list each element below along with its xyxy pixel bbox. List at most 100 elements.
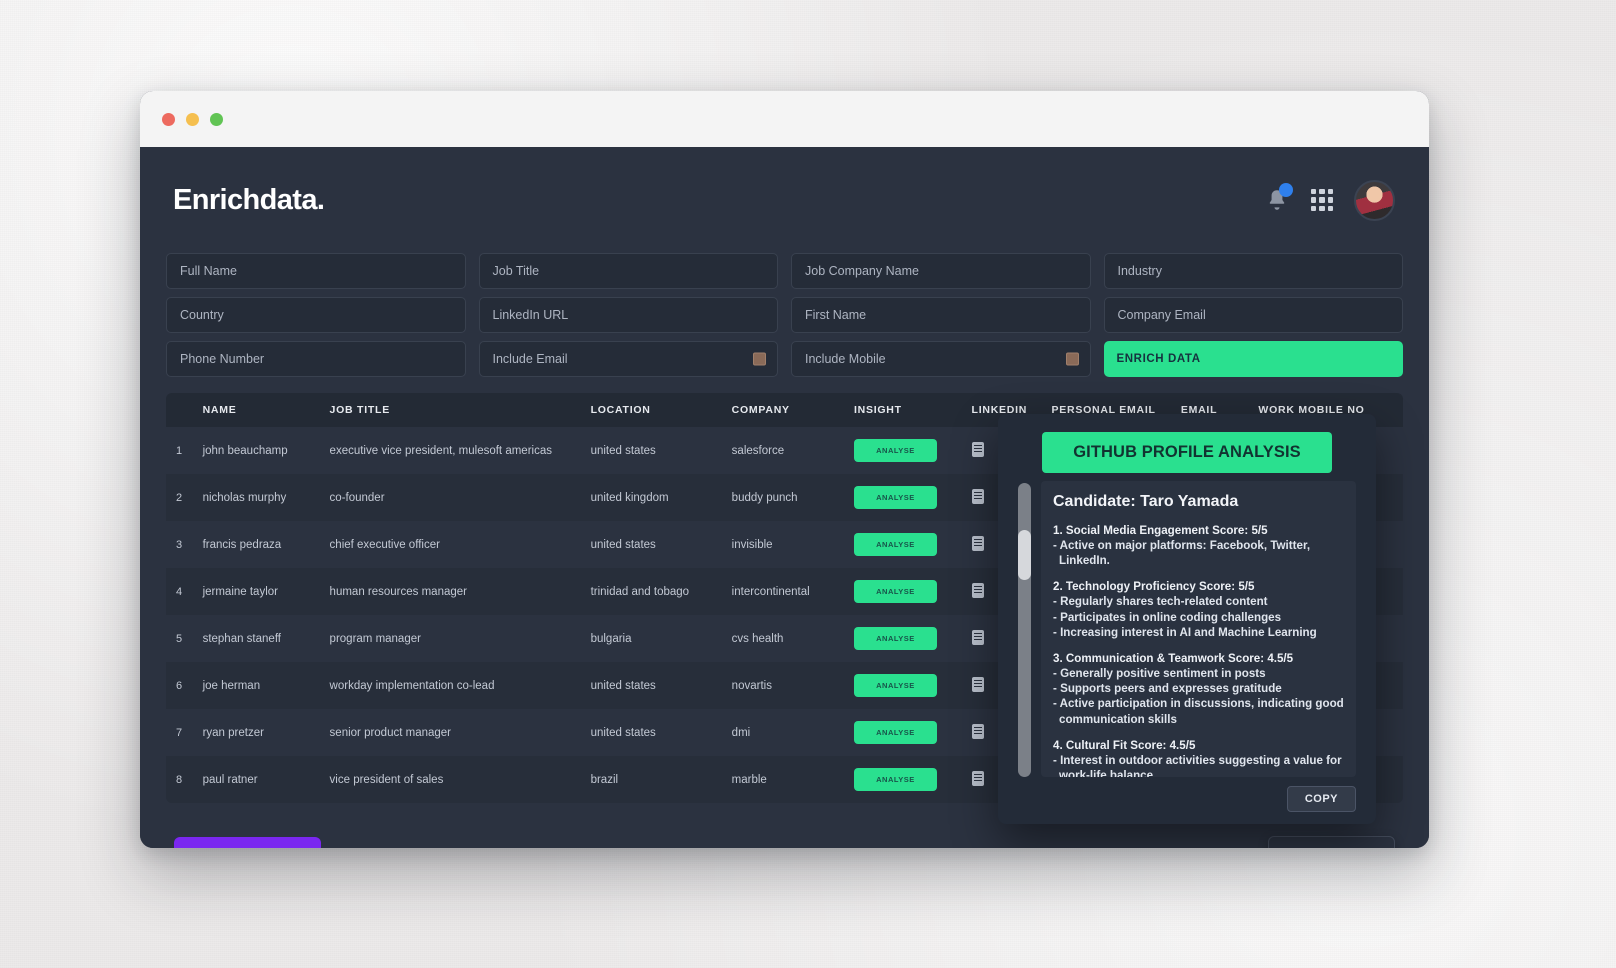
analyse-button[interactable]: ANALYSE	[853, 674, 937, 697]
document-icon[interactable]	[971, 770, 984, 786]
cell-location: united states	[590, 538, 656, 551]
section-bullet: - Regularly shares tech-related content	[1053, 595, 1268, 609]
cell-name: stephan staneff	[202, 632, 281, 645]
field-placeholder: Include Email	[492, 352, 568, 366]
analysis-section: 4. Cultural Fit Score: 4.5/5- Interest i…	[1053, 739, 1344, 777]
cell-insight: ANALYSE	[848, 474, 966, 521]
field-placeholder: Job Title	[492, 264, 540, 278]
avatar[interactable]	[1354, 179, 1395, 221]
load-more-button[interactable]: LOAD MORE	[1268, 836, 1395, 848]
cell-name: francis pedraza	[202, 538, 282, 551]
section-bullet: - Interest in outdoor activities suggest…	[1053, 753, 1342, 777]
cell-insight: ANALYSE	[848, 709, 966, 756]
search-field-job-company-name[interactable]: Job Company Name	[791, 253, 1091, 289]
cell-index: 7	[176, 726, 183, 739]
notification-badge	[1279, 183, 1293, 197]
modal-body: Candidate: Taro Yamada 1. Social Media E…	[1018, 481, 1356, 777]
analyse-button[interactable]: ANALYSE	[853, 627, 937, 650]
download-button[interactable]: DOWNLOAD (8)	[174, 837, 321, 848]
cell-index: 6	[176, 679, 183, 692]
scrollbar-thumb[interactable]	[1018, 530, 1031, 580]
search-field-full-name[interactable]: Full Name	[166, 253, 466, 289]
cell-location: united states	[590, 679, 656, 692]
document-icon[interactable]	[971, 441, 984, 457]
analyse-button[interactable]: ANALYSE	[853, 486, 937, 509]
cell-insight: ANALYSE	[848, 662, 966, 709]
app-header: Enrichdata.	[166, 147, 1403, 253]
enrich-data-button[interactable]: ENRICH DATA	[1103, 341, 1403, 377]
section-bullet: - Active participation in discussions, i…	[1053, 697, 1344, 726]
cell-job-title: chief executive officer	[329, 538, 440, 551]
document-icon[interactable]	[971, 629, 984, 645]
modal-footer: COPY	[1018, 777, 1356, 812]
modal-content: Candidate: Taro Yamada 1. Social Media E…	[1041, 481, 1356, 777]
copy-button[interactable]: COPY	[1286, 786, 1356, 812]
cell-insight: ANALYSE	[848, 427, 966, 474]
cell-company: marble	[731, 773, 767, 786]
modal-scrollbar[interactable]	[1018, 483, 1031, 777]
screenshot-stage: Enrichdata. Full Name Job Title Job Comp…	[0, 0, 1616, 968]
cell-company: dmi	[731, 726, 751, 739]
search-field-linkedin-url[interactable]: LinkedIn URL	[478, 297, 778, 333]
field-placeholder: Company Email	[1117, 308, 1206, 322]
search-field-include-mobile[interactable]: Include Mobile	[791, 341, 1091, 377]
include-mobile-checkbox[interactable]	[1065, 352, 1079, 366]
browser-window: Enrichdata. Full Name Job Title Job Comp…	[140, 91, 1429, 848]
bell-icon[interactable]	[1264, 183, 1293, 213]
maximize-button[interactable]	[210, 112, 223, 126]
field-placeholder: Job Company Name	[805, 264, 919, 278]
document-icon[interactable]	[971, 723, 984, 739]
search-field-industry[interactable]: Industry	[1103, 253, 1403, 289]
column-header-name: NAME	[196, 393, 324, 427]
document-icon[interactable]	[971, 488, 984, 504]
cell-name: jermaine taylor	[202, 585, 278, 598]
section-bullet: - Participates in online coding challeng…	[1053, 610, 1282, 624]
search-field-phone-number[interactable]: Phone Number	[166, 341, 466, 377]
modal-title: GITHUB PROFILE ANALYSIS	[1042, 432, 1332, 473]
cell-company: cvs health	[731, 632, 784, 645]
document-icon[interactable]	[971, 535, 984, 551]
column-header-job-title: JOB TITLE	[323, 393, 585, 427]
search-field-job-title[interactable]: Job Title	[478, 253, 778, 289]
cell-job-title: vice president of sales	[329, 773, 444, 786]
document-icon[interactable]	[971, 582, 984, 598]
section-heading: 1. Social Media Engagement Score: 5/5	[1053, 524, 1268, 537]
cell-job-title: human resources manager	[329, 585, 467, 598]
close-button[interactable]	[162, 112, 175, 126]
grid-icon[interactable]	[1311, 189, 1333, 211]
minimize-button[interactable]	[186, 112, 199, 126]
cell-job-title: program manager	[329, 632, 421, 645]
cell-location: brazil	[590, 773, 619, 786]
document-icon[interactable]	[971, 676, 984, 692]
field-placeholder: Include Mobile	[805, 352, 886, 366]
cell-name: joe herman	[202, 679, 261, 692]
analysis-section: 1. Social Media Engagement Score: 5/5 - A…	[1053, 524, 1344, 568]
cell-job-title: executive vice president, mulesoft ameri…	[329, 444, 552, 457]
cell-name: john beauchamp	[202, 444, 288, 457]
analyse-button[interactable]: ANALYSE	[853, 768, 937, 791]
section-heading: 4. Cultural Fit Score: 4.5/5	[1053, 738, 1196, 752]
analysis-sections: 1. Social Media Engagement Score: 5/5 - A…	[1053, 524, 1344, 777]
section-bullet: - Generally positive sentiment in posts	[1053, 666, 1266, 680]
field-placeholder: Country	[180, 308, 224, 322]
cell-location: bulgaria	[590, 632, 632, 645]
search-field-country[interactable]: Country	[166, 297, 466, 333]
cell-location: united states	[590, 726, 656, 739]
analyse-button[interactable]: ANALYSE	[853, 721, 937, 744]
analyse-button[interactable]: ANALYSE	[853, 439, 937, 462]
cell-company: invisible	[731, 538, 773, 551]
cell-insight: ANALYSE	[848, 521, 966, 568]
section-heading: 3. Communication & Teamwork Score: 4.5/5	[1053, 651, 1294, 665]
candidate-name: Candidate: Taro Yamada	[1053, 493, 1239, 510]
brand-logo: Enrichdata.	[173, 183, 325, 216]
analyse-button[interactable]: ANALYSE	[853, 580, 937, 603]
search-field-first-name[interactable]: First Name	[791, 297, 1091, 333]
cell-index: 1	[176, 444, 183, 457]
section-bullet: - Supports peers and expresses gratitude	[1053, 682, 1282, 696]
analyse-button[interactable]: ANALYSE	[853, 533, 937, 556]
search-field-include-email[interactable]: Include Email	[478, 341, 778, 377]
cell-index: 2	[176, 491, 183, 504]
search-field-company-email[interactable]: Company Email	[1103, 297, 1403, 333]
include-email-checkbox[interactable]	[753, 352, 766, 366]
analysis-section: 2. Technology Proficiency Score: 5/5- Re…	[1053, 580, 1344, 640]
